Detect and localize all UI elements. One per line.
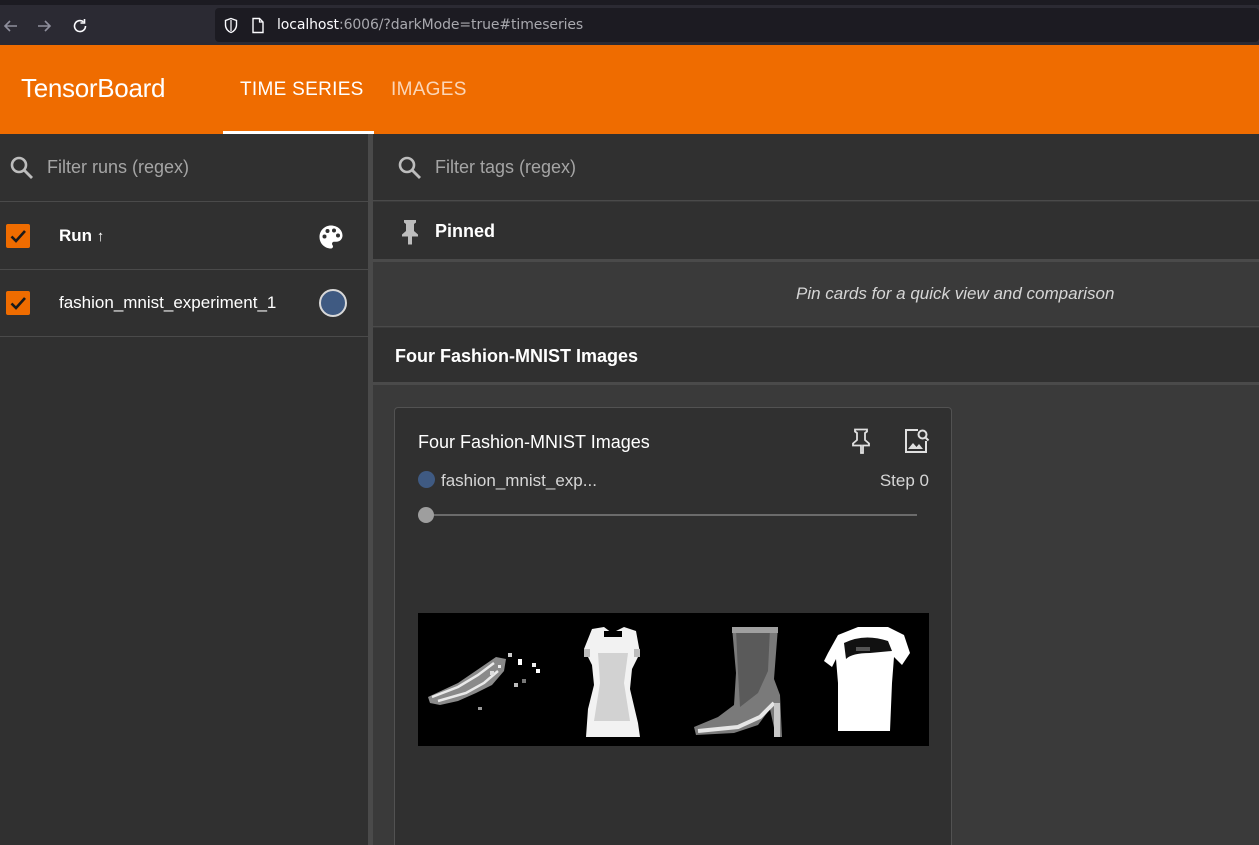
app-brand: TensorBoard: [21, 73, 166, 103]
ankle-boot-image: [694, 627, 782, 737]
url-path: :6006/?darkMode=true#timeseries: [338, 17, 584, 33]
url-host: localhost: [277, 17, 339, 33]
pinned-empty-text: Pin cards for a quick view and compariso…: [796, 284, 1115, 303]
run-row[interactable]: fashion_mnist_experiment_1: [0, 270, 368, 337]
palette-icon[interactable]: [317, 223, 345, 256]
checkmark-icon: [10, 297, 26, 310]
run-name: fashion_mnist_experiment_1: [59, 293, 277, 312]
back-arrow-icon[interactable]: [0, 15, 22, 37]
pinned-label: Pinned: [435, 221, 496, 241]
runs-sidebar: Filter runs (regex) Run ↑ fashion_mnist_…: [0, 134, 368, 845]
pinned-empty-state: Pin cards for a quick view and compariso…: [373, 265, 1259, 327]
shield-icon[interactable]: [223, 17, 239, 39]
search-icon: [9, 155, 35, 186]
tags-filter-input[interactable]: Filter tags (regex): [435, 157, 576, 178]
sandal-image: [428, 653, 540, 710]
step-slider-thumb[interactable]: [418, 507, 434, 523]
fullscreen-image-icon[interactable]: [901, 426, 931, 456]
top-image: [824, 627, 910, 731]
card-step-label: Step 0: [879, 471, 929, 490]
run-checkbox[interactable]: [6, 291, 30, 315]
dress-image: [584, 627, 640, 737]
run-column-label: Run: [59, 226, 93, 245]
card-title: Four Fashion-MNIST Images: [418, 432, 650, 452]
card-group-title: Four Fashion-MNIST Images: [395, 346, 639, 366]
tab-images[interactable]: IMAGES: [391, 45, 467, 134]
image-card: Four Fashion-MNIST Images fashion_mnist_…: [394, 407, 952, 845]
forward-arrow-icon[interactable]: [33, 15, 55, 37]
pinned-section-header: Pinned: [373, 202, 1259, 262]
runs-filter-row: Filter runs (regex): [0, 134, 368, 202]
card-run-color-dot: [418, 471, 435, 488]
reload-icon[interactable]: [69, 15, 91, 37]
card-group-header[interactable]: Four Fashion-MNIST Images: [373, 328, 1259, 385]
image-grid: [418, 613, 929, 746]
run-color-swatch[interactable]: [319, 289, 347, 317]
runs-table-header: Run ↑: [0, 202, 368, 270]
run-column-header[interactable]: Run ↑: [59, 226, 104, 246]
pin-card-icon[interactable]: [846, 426, 876, 456]
browser-toolbar: localhost:6006/?darkMode=true#timeseries: [0, 0, 1259, 45]
search-icon: [397, 155, 423, 186]
select-all-checkbox[interactable]: [6, 224, 30, 248]
sort-arrow-icon: ↑: [96, 228, 105, 245]
app-header: TensorBoard TIME SERIES IMAGES: [0, 45, 1259, 134]
tags-filter-row: Filter tags (regex): [373, 134, 1259, 201]
page-icon[interactable]: [251, 17, 265, 39]
runs-filter-input[interactable]: Filter runs (regex): [47, 157, 189, 178]
tab-time-series[interactable]: TIME SERIES: [240, 45, 364, 134]
url-text[interactable]: localhost:6006/?darkMode=true#timeseries: [277, 17, 583, 33]
card-run-name: fashion_mnist_exp...: [441, 471, 597, 490]
main-content: Filter tags (regex) Pinned Pin cards for…: [373, 134, 1259, 845]
checkmark-icon: [10, 230, 26, 243]
pin-icon: [398, 218, 422, 251]
url-bar[interactable]: localhost:6006/?darkMode=true#timeseries: [215, 8, 1259, 42]
step-slider-track[interactable]: [426, 514, 917, 516]
